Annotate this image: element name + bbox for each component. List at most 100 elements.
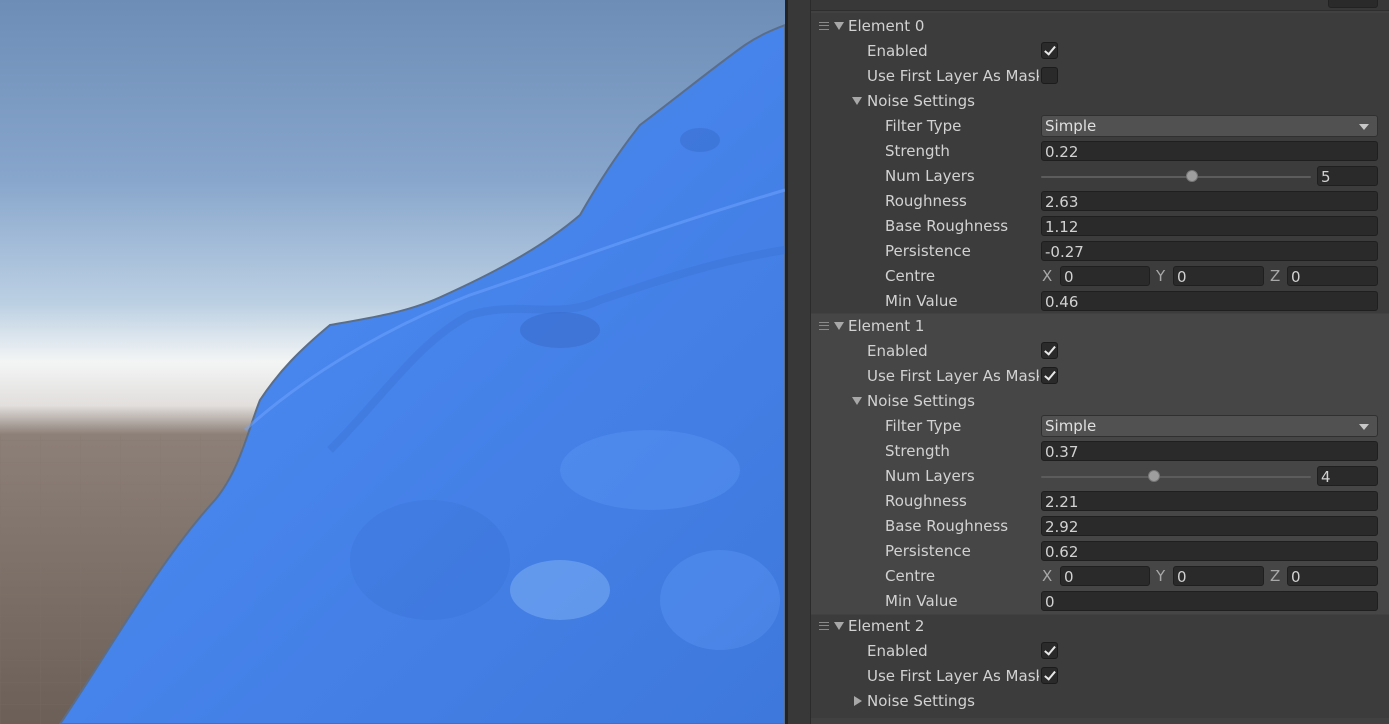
min-value-row: Min Value 0.46 [811,289,1389,314]
noise-settings-foldout[interactable]: Noise Settings [811,89,1389,114]
num-layers-field[interactable]: 4 [1317,466,1378,486]
drag-handle-icon[interactable] [819,622,829,630]
centre-row: Centre X 0 Y 0 Z 0 [811,564,1389,589]
filter-type-dropdown[interactable]: Simple [1041,415,1378,437]
noise-settings-label: Noise Settings [867,392,975,410]
num-layers-slider-thumb[interactable] [1186,170,1199,182]
mask-row: Use First Layer As Mask [811,364,1389,389]
x-axis-label: X [1042,267,1053,285]
enabled-row: Enabled [811,639,1389,664]
persistence-field[interactable]: -0.27 [1041,241,1378,261]
min-value-field[interactable]: 0.46 [1041,291,1378,311]
min-value-label: Min Value [885,592,958,610]
enabled-row: Enabled [811,39,1389,64]
num-layers-label: Num Layers [885,167,975,185]
foldout-arrow-icon[interactable] [834,322,844,330]
foldout-arrow-icon[interactable] [834,622,844,630]
roughness-field[interactable]: 2.21 [1041,491,1378,511]
strength-field[interactable]: 0.22 [1041,141,1378,161]
roughness-row: Roughness 2.63 [811,189,1389,214]
persistence-label: Persistence [885,242,971,260]
enabled-row: Enabled [811,339,1389,364]
persistence-row: Persistence -0.27 [811,239,1389,264]
enabled-checkbox[interactable] [1041,642,1058,659]
drag-handle-icon[interactable] [819,322,829,330]
filter-type-dropdown[interactable]: Simple [1041,115,1378,137]
base-roughness-row: Base Roughness 2.92 [811,514,1389,539]
noise-layers-header [811,0,1389,11]
element-label: Element 0 [848,17,925,35]
inspector-panel: Element 0 Enabled Use First Layer As Mas… [788,0,1389,724]
element-1-header[interactable]: Element 1 [811,314,1389,339]
filter-type-row: Filter Type Simple [811,414,1389,439]
y-axis-label: Y [1156,267,1166,285]
chevron-down-icon [1359,424,1369,430]
scene-view[interactable] [0,0,785,724]
element-2-header[interactable]: Element 2 [811,614,1389,639]
mask-checkbox[interactable] [1041,367,1058,384]
mask-label: Use First Layer As Mask [867,367,1039,385]
centre-label: Centre [885,567,936,585]
noise-settings-foldout[interactable]: Noise Settings [811,389,1389,414]
centre-x-field[interactable]: 0 [1060,266,1150,286]
base-roughness-row: Base Roughness 1.12 [811,214,1389,239]
base-roughness-field[interactable]: 2.92 [1041,516,1378,536]
mask-row: Use First Layer As Mask [811,664,1389,689]
num-layers-slider[interactable] [1041,476,1311,478]
centre-label: Centre [885,267,936,285]
min-value-field[interactable]: 0 [1041,591,1378,611]
strength-row: Strength 0.22 [811,139,1389,164]
filter-type-label: Filter Type [885,417,962,435]
drag-handle-icon[interactable] [819,22,829,30]
num-layers-row: Num Layers 5 [811,164,1389,189]
roughness-field[interactable]: 2.63 [1041,191,1378,211]
noise-settings-label: Noise Settings [867,92,975,110]
strength-label: Strength [885,442,950,460]
num-layers-slider[interactable] [1041,176,1311,178]
foldout-arrow-icon[interactable] [852,397,862,405]
centre-y-field[interactable]: 0 [1173,266,1264,286]
filter-type-row: Filter Type Simple [811,114,1389,139]
checkmark-icon [1044,343,1056,356]
centre-y-field[interactable]: 0 [1173,566,1264,586]
z-axis-label: Z [1270,267,1281,285]
roughness-label: Roughness [885,192,967,210]
centre-z-field[interactable]: 0 [1287,266,1378,286]
strength-field[interactable]: 0.37 [1041,441,1378,461]
num-layers-field[interactable]: 5 [1317,166,1378,186]
base-roughness-field[interactable]: 1.12 [1041,216,1378,236]
foldout-arrow-right-icon[interactable] [854,696,862,706]
noise-settings-foldout[interactable]: Noise Settings [811,689,1389,714]
persistence-field[interactable]: 0.62 [1041,541,1378,561]
centre-x-field[interactable]: 0 [1060,566,1150,586]
foldout-arrow-icon[interactable] [834,22,844,30]
centre-z-field[interactable]: 0 [1287,566,1378,586]
element-label: Element 1 [848,317,925,335]
filter-type-value: Simple [1045,117,1097,135]
enabled-checkbox[interactable] [1041,42,1058,59]
num-layers-slider-thumb[interactable] [1148,470,1161,482]
mask-checkbox[interactable] [1041,67,1058,84]
num-layers-label: Num Layers [885,467,975,485]
mask-checkbox[interactable] [1041,667,1058,684]
min-value-label: Min Value [885,292,958,310]
noise-settings-label: Noise Settings [867,692,975,710]
checkmark-icon [1044,668,1056,681]
x-axis-label: X [1042,567,1053,585]
noise-layers-list: Element 0 Enabled Use First Layer As Mas… [810,0,1389,724]
enabled-checkbox[interactable] [1041,342,1058,359]
strength-row: Strength 0.37 [811,439,1389,464]
num-layers-row: Num Layers 4 [811,464,1389,489]
enabled-label: Enabled [867,642,928,660]
z-axis-label: Z [1270,567,1281,585]
chevron-down-icon [1359,124,1369,130]
strength-label: Strength [885,142,950,160]
roughness-row: Roughness 2.21 [811,489,1389,514]
checkmark-icon [1044,368,1056,381]
min-value-row: Min Value 0 [811,589,1389,614]
scene-render [0,0,785,724]
centre-row: Centre X 0 Y 0 Z 0 [811,264,1389,289]
foldout-arrow-icon[interactable] [852,97,862,105]
element-0-header[interactable]: Element 0 [811,14,1389,39]
enabled-label: Enabled [867,42,928,60]
